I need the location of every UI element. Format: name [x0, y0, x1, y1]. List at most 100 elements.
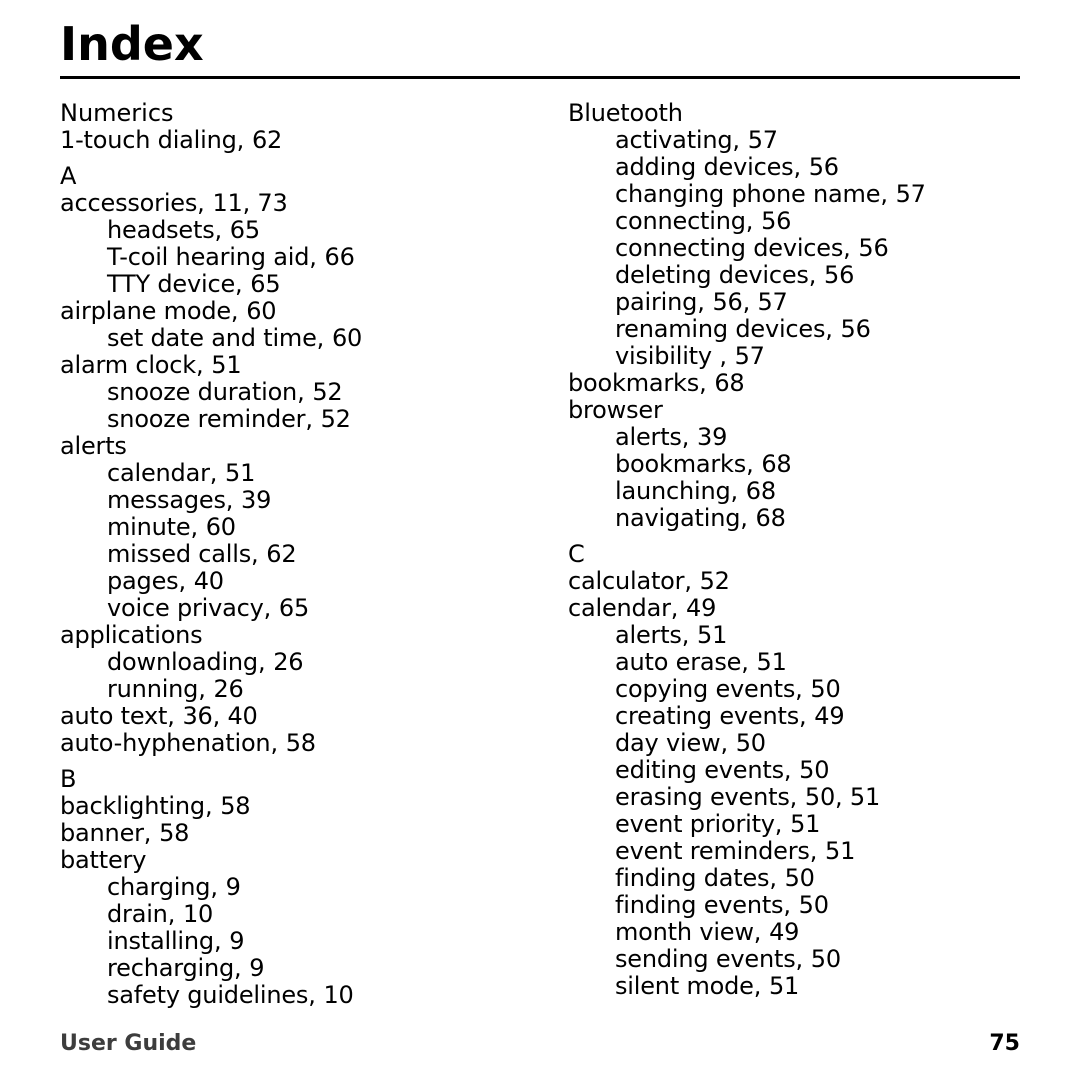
index-entry-pages[interactable]: 51: [790, 810, 820, 838]
index-entry[interactable]: event reminders, 51: [568, 838, 1028, 865]
index-entry[interactable]: charging, 9: [60, 874, 520, 901]
index-entry[interactable]: alerts: [60, 433, 520, 460]
index-entry[interactable]: browser: [568, 397, 1028, 424]
index-entry-pages[interactable]: 39: [241, 486, 271, 514]
index-entry[interactable]: alarm clock, 51: [60, 352, 520, 379]
index-entry-pages[interactable]: 51: [769, 972, 799, 1000]
index-entry[interactable]: recharging, 9: [60, 955, 520, 982]
index-entry-pages[interactable]: 58: [286, 729, 316, 757]
index-entry-pages[interactable]: 56: [761, 207, 791, 235]
index-entry-pages[interactable]: 50: [810, 675, 840, 703]
index-entry-pages[interactable]: 11, 73: [212, 189, 287, 217]
index-entry[interactable]: minute, 60: [60, 514, 520, 541]
index-entry[interactable]: adding devices, 56: [568, 154, 1028, 181]
index-entry[interactable]: activating, 57: [568, 127, 1028, 154]
index-entry[interactable]: launching, 68: [568, 478, 1028, 505]
index-entry-pages[interactable]: 58: [220, 792, 250, 820]
index-entry-pages[interactable]: 50: [811, 945, 841, 973]
index-entry[interactable]: silent mode, 51: [568, 973, 1028, 1000]
index-entry[interactable]: erasing events, 50, 51: [568, 784, 1028, 811]
index-entry-pages[interactable]: 50: [799, 756, 829, 784]
index-entry-pages[interactable]: 52: [312, 378, 342, 406]
index-entry[interactable]: 1-touch dialing, 62: [60, 127, 520, 154]
index-entry[interactable]: bookmarks, 68: [568, 451, 1028, 478]
index-entry[interactable]: installing, 9: [60, 928, 520, 955]
index-entry[interactable]: bookmarks, 68: [568, 370, 1028, 397]
index-entry-pages[interactable]: 49: [814, 702, 844, 730]
index-entry-pages[interactable]: 60: [332, 324, 362, 352]
index-entry-pages[interactable]: 56, 57: [712, 288, 787, 316]
index-entry[interactable]: calculator, 52: [568, 568, 1028, 595]
index-entry-pages[interactable]: 51: [825, 837, 855, 865]
index-entry-pages[interactable]: 62: [266, 540, 296, 568]
index-entry[interactable]: downloading, 26: [60, 649, 520, 676]
index-entry-pages[interactable]: 9: [229, 927, 244, 955]
index-entry[interactable]: pages, 40: [60, 568, 520, 595]
index-entry[interactable]: deleting devices, 56: [568, 262, 1028, 289]
index-entry-pages[interactable]: 52: [700, 567, 730, 595]
index-entry-pages[interactable]: 68: [714, 369, 744, 397]
index-entry-pages[interactable]: 65: [279, 594, 309, 622]
index-entry-pages[interactable]: 52: [321, 405, 351, 433]
index-entry[interactable]: month view, 49: [568, 919, 1028, 946]
index-entry[interactable]: sending events, 50: [568, 946, 1028, 973]
index-entry[interactable]: auto erase, 51: [568, 649, 1028, 676]
index-entry-pages[interactable]: 65: [250, 270, 280, 298]
index-entry[interactable]: connecting devices, 56: [568, 235, 1028, 262]
index-entry[interactable]: copying events, 50: [568, 676, 1028, 703]
index-entry-pages[interactable]: 51: [211, 351, 241, 379]
index-entry[interactable]: auto text, 36, 40: [60, 703, 520, 730]
index-entry[interactable]: safety guidelines, 10: [60, 982, 520, 1009]
index-entry[interactable]: TTY device, 65: [60, 271, 520, 298]
index-entry[interactable]: missed calls, 62: [60, 541, 520, 568]
index-entry-pages[interactable]: 57: [748, 126, 778, 154]
index-entry-pages[interactable]: 40: [194, 567, 224, 595]
index-entry[interactable]: alerts, 51: [568, 622, 1028, 649]
index-entry[interactable]: changing phone name, 57: [568, 181, 1028, 208]
index-entry[interactable]: connecting, 56: [568, 208, 1028, 235]
index-entry[interactable]: T-coil hearing aid, 66: [60, 244, 520, 271]
index-entry[interactable]: applications: [60, 622, 520, 649]
index-entry-pages[interactable]: 10: [183, 900, 213, 928]
index-entry-pages[interactable]: 36, 40: [182, 702, 257, 730]
index-entry[interactable]: running, 26: [60, 676, 520, 703]
index-entry-pages[interactable]: 50, 51: [805, 783, 880, 811]
index-entry-pages[interactable]: 56: [858, 234, 888, 262]
index-entry[interactable]: voice privacy, 65: [60, 595, 520, 622]
index-entry[interactable]: snooze duration, 52: [60, 379, 520, 406]
index-entry-pages[interactable]: 68: [746, 477, 776, 505]
index-entry-pages[interactable]: 56: [809, 153, 839, 181]
index-entry-pages[interactable]: 26: [213, 675, 243, 703]
index-entry[interactable]: calendar, 49: [568, 595, 1028, 622]
index-entry-pages[interactable]: 66: [325, 243, 355, 271]
index-entry[interactable]: visibility , 57: [568, 343, 1028, 370]
index-entry[interactable]: alerts, 39: [568, 424, 1028, 451]
index-entry-pages[interactable]: 26: [273, 648, 303, 676]
index-entry-pages[interactable]: 62: [252, 126, 282, 154]
index-entry-pages[interactable]: 68: [761, 450, 791, 478]
index-entry-pages[interactable]: 56: [824, 261, 854, 289]
index-entry[interactable]: finding events, 50: [568, 892, 1028, 919]
index-entry[interactable]: backlighting, 58: [60, 793, 520, 820]
index-entry-pages[interactable]: 56: [841, 315, 871, 343]
index-entry[interactable]: event priority, 51: [568, 811, 1028, 838]
index-entry[interactable]: pairing, 56, 57: [568, 289, 1028, 316]
index-entry[interactable]: navigating, 68: [568, 505, 1028, 532]
index-entry[interactable]: auto-hyphenation, 58: [60, 730, 520, 757]
index-entry-pages[interactable]: 68: [756, 504, 786, 532]
index-entry[interactable]: drain, 10: [60, 901, 520, 928]
index-entry[interactable]: set date and time, 60: [60, 325, 520, 352]
index-entry[interactable]: Bluetooth: [568, 100, 1028, 127]
index-entry-pages[interactable]: 9: [226, 873, 241, 901]
index-entry-pages[interactable]: 51: [757, 648, 787, 676]
index-entry[interactable]: accessories, 11, 73: [60, 190, 520, 217]
index-entry-pages[interactable]: 50: [799, 891, 829, 919]
index-entry-pages[interactable]: 51: [225, 459, 255, 487]
index-entry[interactable]: headsets, 65: [60, 217, 520, 244]
index-entry-pages[interactable]: 58: [159, 819, 189, 847]
index-entry-pages[interactable]: 10: [323, 981, 353, 1009]
index-entry[interactable]: snooze reminder, 52: [60, 406, 520, 433]
index-entry[interactable]: airplane mode, 60: [60, 298, 520, 325]
index-entry[interactable]: battery: [60, 847, 520, 874]
index-entry[interactable]: banner, 58: [60, 820, 520, 847]
